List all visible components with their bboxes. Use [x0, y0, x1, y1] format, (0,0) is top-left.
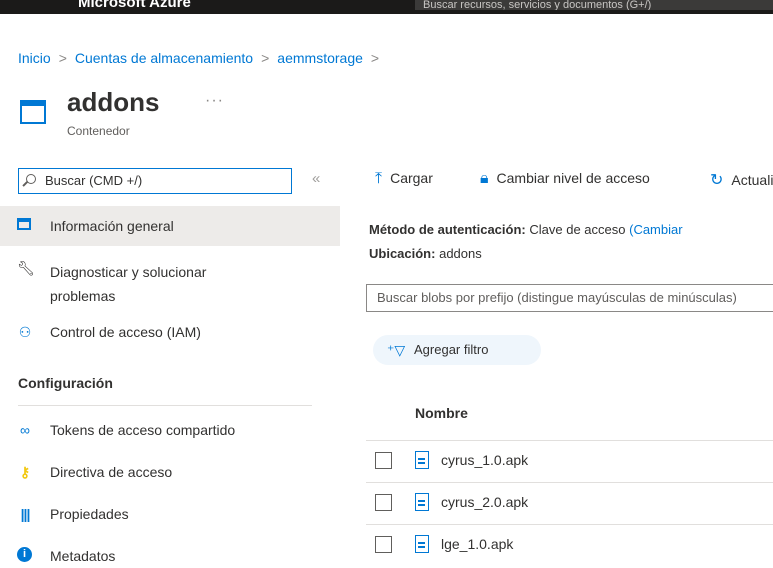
info-icon: i [17, 547, 32, 562]
sidebar-item-iam[interactable]: ⚇ Control de acceso (IAM) [0, 322, 340, 346]
blob-name[interactable]: lge_1.0.apk [441, 536, 513, 552]
row-checkbox[interactable] [375, 536, 392, 553]
section-configuracion: Configuración [18, 375, 113, 391]
page-title: addons [67, 87, 160, 117]
sidebar-item-metadata[interactable]: i Metadatos [0, 546, 340, 568]
sidebar-item-label: Propiedades [50, 506, 129, 522]
sidebar-item-label: Diagnosticar y solucionar problemas [50, 264, 207, 304]
sidebar-item-properties[interactable]: ||| Propiedades [0, 504, 340, 528]
file-icon [415, 493, 429, 511]
sidebar-item-overview[interactable]: Información general [0, 206, 340, 246]
refresh-button[interactable]: ↻ Actualizar [710, 170, 773, 190]
table-row[interactable]: cyrus_2.0.apk [366, 482, 773, 523]
auth-method-label: Método de autenticación: [369, 222, 526, 237]
location-label: Ubicación: [369, 246, 436, 261]
collapse-sidebar-button[interactable]: « [312, 170, 320, 187]
chevron-right-icon: > [58, 50, 67, 66]
blob-name[interactable]: cyrus_1.0.apk [441, 452, 528, 468]
row-checkbox[interactable] [375, 452, 392, 469]
upload-icon: ⤒ [375, 170, 383, 187]
location-value: addons [439, 246, 482, 261]
sidebar-item-label: Directiva de acceso [50, 464, 173, 480]
sidebar-item-label: Información general [50, 218, 174, 234]
container-icon [20, 100, 46, 124]
auth-method-value: Clave de acceso [529, 222, 626, 237]
sidebar-item-label: Control de acceso (IAM) [50, 324, 201, 340]
add-filter-label: Agregar filtro [414, 342, 489, 357]
file-icon [415, 535, 429, 553]
blob-name[interactable]: cyrus_2.0.apk [441, 494, 528, 510]
add-filter-button[interactable]: ⁺▽ Agregar filtro [373, 335, 541, 365]
search-icon [26, 174, 36, 184]
breadcrumb-home[interactable]: Inicio [18, 50, 51, 66]
chevron-right-icon: > [261, 50, 270, 66]
sidebar-item-diagnose[interactable]: 🔧︎ Diagnosticar y solucionar problemas [0, 258, 340, 308]
more-options-button[interactable]: ··· [205, 92, 224, 110]
sidebar-item-label: Tokens de acceso compartido [50, 422, 236, 438]
auth-method: Método de autenticación: Clave de acceso… [369, 222, 683, 237]
change-access-tier-label: Cambiar nivel de acceso [496, 170, 650, 186]
chevron-right-icon: > [370, 50, 380, 66]
wrench-icon: 🔧︎ [17, 260, 35, 276]
blob-search-input[interactable]: Buscar blobs por prefijo (distingue mayú… [366, 284, 773, 312]
location: Ubicación: addons [369, 246, 482, 261]
top-bar: Microsoft Azure Buscar recursos, servici… [0, 0, 773, 14]
sidebar-item-sas-tokens[interactable]: ∞ Tokens de acceso compartido [0, 420, 340, 444]
breadcrumb-storage[interactable]: aemmstorage [277, 50, 363, 66]
sidebar-search-input[interactable]: Buscar (CMD +/) [18, 168, 292, 194]
global-search-input[interactable]: Buscar recursos, servicios y documentos … [415, 0, 773, 10]
page-subtitle: Contenedor [67, 124, 130, 138]
link-icon: ∞ [20, 422, 30, 438]
table-row[interactable]: lge_1.0.apk [366, 524, 773, 565]
add-filter-icon: ⁺▽ [387, 342, 406, 358]
people-icon: ⚇ [18, 324, 32, 340]
key-icon: ⚷ [19, 464, 31, 480]
container-icon [17, 218, 31, 230]
brand-title[interactable]: Microsoft Azure [78, 0, 191, 11]
table-row[interactable]: cyrus_1.0.apk [366, 440, 773, 481]
sidebar-item-access-policy[interactable]: ⚷ Directiva de acceso [0, 462, 340, 486]
row-checkbox[interactable] [375, 494, 392, 511]
upload-label: Cargar [390, 170, 433, 186]
sidebar-search-placeholder: Buscar (CMD +/) [45, 173, 143, 188]
change-access-tier-button[interactable]: 🔒︎ Cambiar nivel de acceso [480, 170, 650, 188]
breadcrumb: Inicio > Cuentas de almacenamiento > aemmsto… [18, 50, 387, 66]
refresh-label: Actualizar [731, 172, 773, 188]
properties-icon: ||| [20, 506, 31, 522]
refresh-icon: ↻ [710, 172, 724, 189]
file-icon [415, 451, 429, 469]
sidebar-item-label: Metadatos [50, 548, 116, 564]
column-header-name[interactable]: Nombre [415, 405, 468, 421]
divider [18, 405, 312, 406]
change-auth-link[interactable]: (Cambiar [629, 222, 682, 237]
breadcrumb-storage-accounts[interactable]: Cuentas de almacenamiento [75, 50, 253, 66]
upload-button[interactable]: ⤒ Cargar [375, 170, 433, 188]
lock-icon: 🔒︎ [480, 170, 489, 187]
